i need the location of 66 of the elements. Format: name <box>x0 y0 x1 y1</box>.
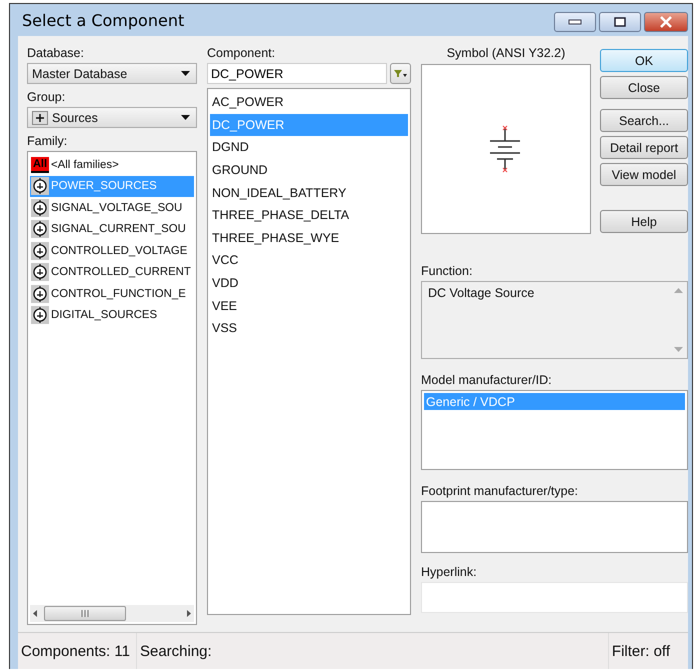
status-text: Components: 11 <box>18 633 137 669</box>
component-item[interactable]: NON_IDEAL_BATTERY <box>210 181 408 204</box>
caret-icon <box>181 115 190 120</box>
all-badge: All <box>31 156 49 173</box>
dialog-button[interactable]: OK <box>600 49 688 72</box>
maximize-button[interactable] <box>599 12 641 32</box>
family-item[interactable]: SIGNAL_VOLTAGE_SOU <box>30 197 194 218</box>
component-item[interactable]: VEE <box>210 294 408 317</box>
symbol-title: Symbol (ANSI Y32.2) <box>446 46 566 60</box>
filter-icon <box>394 69 407 78</box>
plus-icon <box>32 110 48 124</box>
dialog-button[interactable]: Detail report <box>600 136 688 159</box>
family-item[interactable]: CONTROLLED_CURRENT <box>30 262 194 283</box>
up-arrow-icon <box>674 288 683 293</box>
status-text: Searching: <box>136 633 609 669</box>
source-symbol-icon <box>31 306 49 324</box>
source-symbol-icon <box>31 263 49 282</box>
field-label: Hyperlink: <box>421 565 478 579</box>
component-item[interactable]: DGND <box>210 136 408 159</box>
status-text: Filter: off <box>610 642 671 662</box>
family-item[interactable]: SIGNAL_CURRENT_SOU <box>30 218 194 240</box>
window-title: Select a Component <box>21 10 184 30</box>
family-item[interactable]: CONTROLLED_VOLTAGE <box>30 240 194 262</box>
battery-symbol-drawing <box>489 125 523 173</box>
component-item[interactable]: THREE_PHASE_DELTA <box>210 204 408 227</box>
group-dropdown[interactable]: Sources <box>27 107 197 128</box>
down-arrow-icon <box>674 347 683 352</box>
grip-icon <box>80 610 90 617</box>
component-item[interactable]: VCC <box>210 249 408 272</box>
close-icon <box>659 16 673 28</box>
source-symbol-icon <box>31 220 49 238</box>
field-label: Model manufacturer/ID: <box>421 373 553 387</box>
dialog-button[interactable]: View model <box>600 163 688 186</box>
component-item[interactable]: VDD <box>210 272 408 294</box>
database-dropdown[interactable]: Master Database <box>27 63 197 84</box>
field-label: Database: <box>27 46 85 60</box>
field-label: Component: <box>207 46 276 60</box>
hyperlink-field[interactable] <box>421 582 688 613</box>
source-symbol-icon <box>31 177 49 196</box>
minimize-icon <box>568 19 582 25</box>
family-item[interactable]: All <All families> <box>30 154 194 176</box>
maximize-icon <box>614 17 626 27</box>
source-symbol-icon <box>31 198 49 217</box>
component-item[interactable]: GROUND <box>210 158 408 182</box>
field-label: Footprint manufacturer/type: <box>421 484 580 498</box>
family-item[interactable]: DIGITAL_SOURCES <box>30 304 194 326</box>
component-item[interactable]: AC_POWER <box>210 91 408 114</box>
dialog-button[interactable]: Search... <box>600 109 688 132</box>
caret-icon <box>181 71 190 76</box>
source-symbol-icon <box>31 284 49 303</box>
component-search-field[interactable]: DC_POWER <box>207 63 387 84</box>
close-button[interactable] <box>644 12 688 32</box>
scrollbar-thumb[interactable] <box>44 606 126 621</box>
function-text: DC Voltage Source <box>427 285 536 302</box>
minimize-button[interactable] <box>554 12 596 32</box>
horizontal-scrollbar[interactable] <box>30 605 194 622</box>
dialog-button[interactable]: Close <box>600 76 688 99</box>
field-label: Family: <box>27 134 68 148</box>
filter-button[interactable] <box>390 63 411 84</box>
field-label: Group: <box>27 90 66 104</box>
component-item[interactable]: THREE_PHASE_WYE <box>210 226 408 250</box>
field-label: Function: <box>421 264 474 278</box>
dialog-button[interactable]: Help <box>600 210 688 233</box>
source-symbol-icon <box>31 242 49 260</box>
family-item[interactable]: CONTROL_FUNCTION_E <box>30 283 194 304</box>
component-item[interactable]: VSS <box>210 316 408 340</box>
